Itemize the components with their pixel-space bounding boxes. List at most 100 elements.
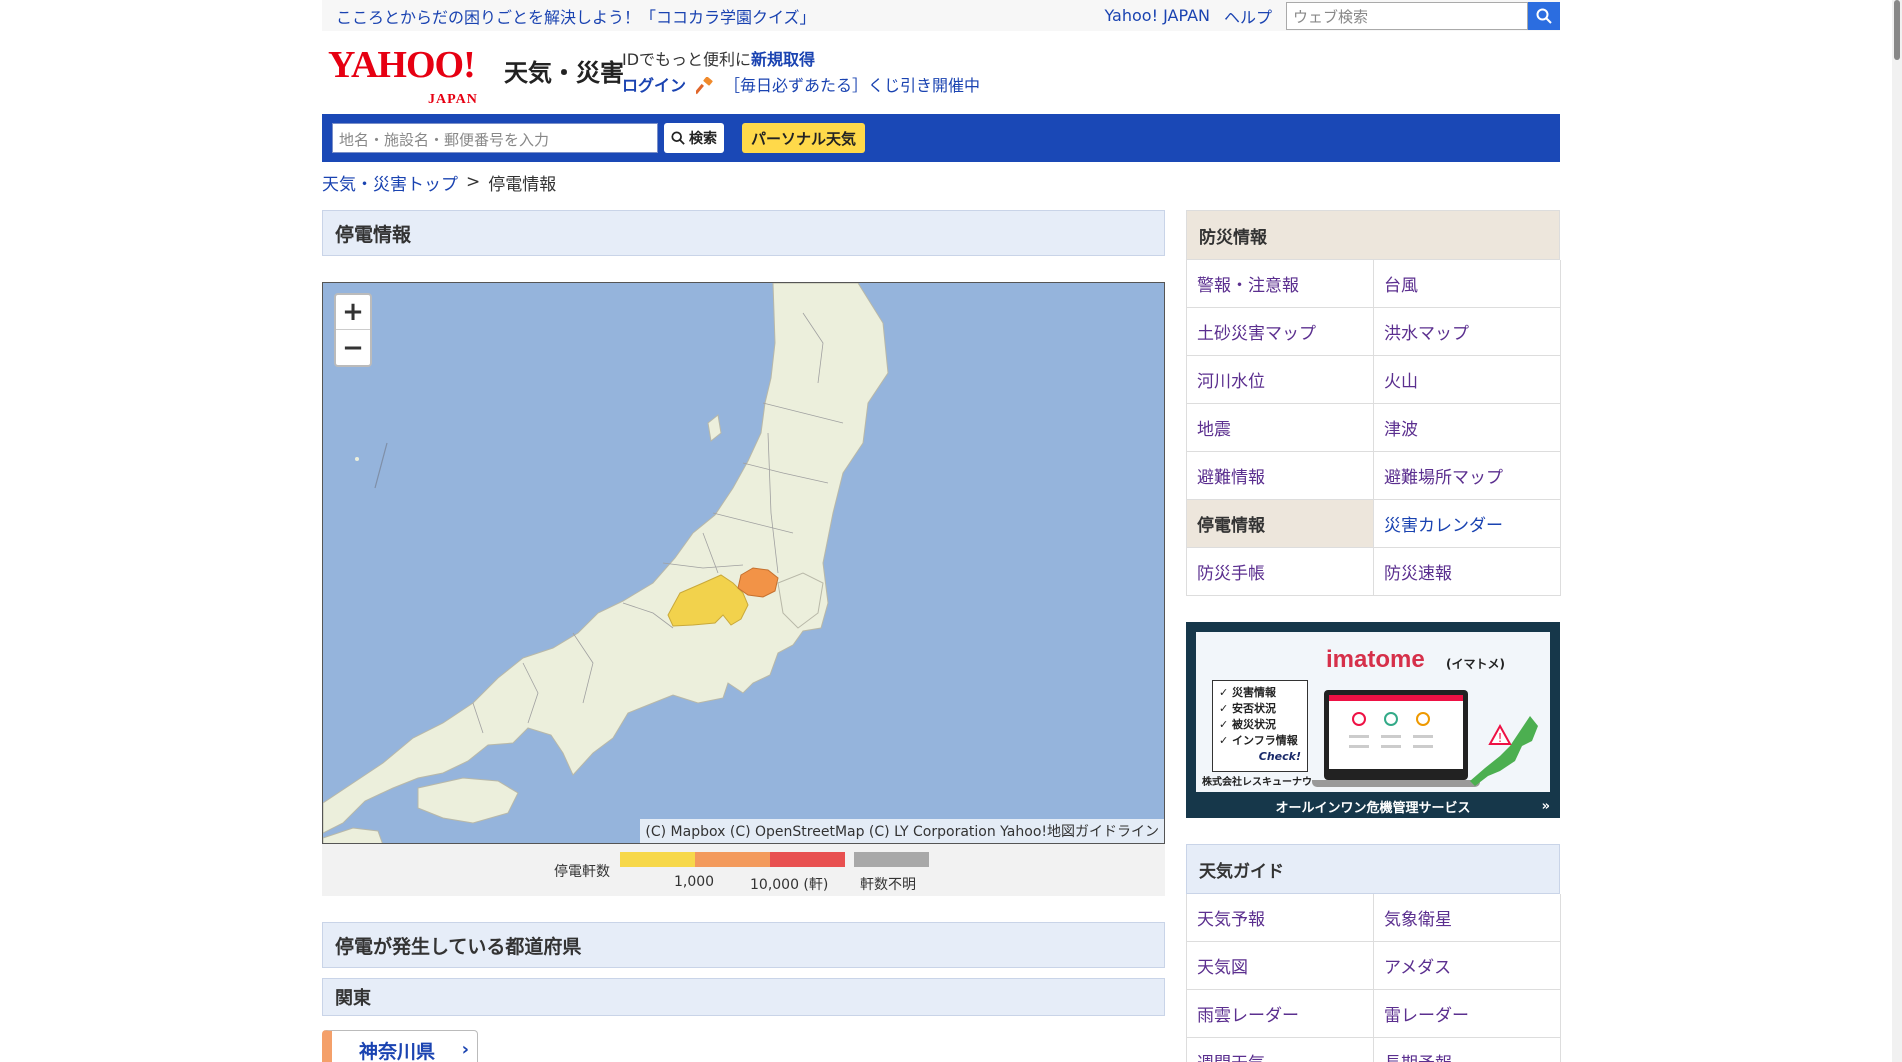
login-link[interactable]: ログイン [622,73,686,99]
sidebar-item[interactable]: 天気図 [1187,942,1374,990]
web-search-input[interactable]: ウェブ検索 [1286,1,1528,30]
sidebar-item[interactable]: 洪水マップ [1374,308,1561,356]
sidebar-item[interactable]: 河川水位 [1187,356,1374,404]
sidebar-item[interactable]: 週間天気 [1187,1038,1374,1062]
search-button-label: 検索 [689,131,717,147]
service-name[interactable]: 天気・災害 [504,53,624,88]
sidebar-item[interactable]: 防災手帳 [1187,548,1374,596]
web-search-button[interactable] [1528,1,1560,30]
sidebar-item-label: 避難情報 [1197,468,1265,488]
sidebar-item-label: 長期予報 [1384,1049,1452,1062]
sidebar-item-label: 土砂災害マップ [1197,324,1316,344]
web-search: ウェブ検索 [1286,1,1560,30]
imatome-banner[interactable]: imatome (イマトメ) ✓ 災害情報 ✓ 安否状況 ✓ 被災状況 ✓ イン… [1186,622,1560,818]
id-text: IDでもっと便利に [622,50,752,69]
sidebar-item-label: 警報・注意報 [1197,276,1299,296]
zoom-out-button[interactable]: − [336,330,370,365]
legend-swatch-low [620,852,695,867]
sidebar-item[interactable]: 土砂災害マップ [1187,308,1374,356]
sidebar-item-label: 台風 [1384,276,1418,296]
sidebar-item-label: 河川水位 [1197,372,1265,392]
sidebar-item[interactable]: 地震 [1187,404,1374,452]
top-links: Yahoo! JAPAN ヘルプ ウェブ検索 [1104,1,1560,30]
promo-link[interactable]: こころとからだの困りごとを解決しよう！「ココカラ学園クイズ」 [336,4,816,28]
page-title: 停電情報 [322,210,1165,256]
content: こころとからだの困りごとを解決しよう！「ココカラ学園クイズ」 Yahoo! JA… [322,0,1561,1062]
breadcrumb: 天気・災害トップ > 停電情報 [322,162,1560,202]
sidebar-item[interactable]: 避難場所マップ [1374,452,1561,500]
legend-unknown-label: 軒数不明 [860,877,916,893]
region-kanto-heading: 関東 [322,978,1165,1016]
top-bar: こころとからだの困りごとを解決しよう！「ココカラ学園クイズ」 Yahoo! JA… [322,0,1560,31]
sidebar-item[interactable]: 雷レーダー [1374,990,1561,1038]
help-link[interactable]: ヘルプ [1224,4,1272,28]
sidebar-item[interactable]: 天気予報 [1187,894,1374,942]
sidebar-item[interactable]: 避難情報 [1187,452,1374,500]
sidebar-item-label: 災害カレンダー [1384,516,1503,536]
logo-japan: JAPAN [428,92,478,107]
sidebar-item-label: 週間天気 [1197,1049,1265,1062]
map-legend: 停電軒数 1,000 10,000 (軒) 軒数不明 [322,844,1165,896]
sidebar-item-label: 雷レーダー [1384,1006,1469,1026]
place-search-input[interactable]: 地名・施設名・郵便番号を入力 [332,123,658,153]
legend-swatch-mid [695,852,770,867]
zoom-in-button[interactable]: + [336,295,370,330]
outage-map[interactable]: + − (C) Mapbox (C) OpenStreetMap (C) LY … [322,282,1165,844]
sidebar-item[interactable]: 警報・注意報 [1187,260,1374,308]
legend-title: 停電軒数 [554,864,610,880]
sidebar-item-label: アメダス [1384,958,1452,978]
sidebar-item[interactable]: アメダス [1374,942,1561,990]
search-button[interactable]: 検索 [664,123,724,153]
breadcrumb-separator: > [466,172,481,192]
sidebar: 防災情報 警報・注意報 台風 土砂災害マップ 洪水マップ 河川水位 火山 地震 … [1186,210,1561,1062]
sidebar-item[interactable]: 災害カレンダー [1374,500,1561,548]
breadcrumb-top-link[interactable]: 天気・災害トップ [322,170,458,195]
search-icon [1536,8,1552,24]
weather-grid: 天気予報 気象衛星 天気図 アメダス 雨雲レーダー 雷レーダー 週間天気 長期予… [1186,894,1561,1062]
japan-map-icon: ! [1470,716,1538,786]
page-scrollbar[interactable] [1892,0,1902,1062]
bousai-grid: 警報・注意報 台風 土砂災害マップ 洪水マップ 河川水位 火山 地震 津波 避難… [1186,260,1561,596]
prefecture-kanagawa-button[interactable]: 神奈川県 › [322,1030,478,1062]
personal-weather-button[interactable]: パーソナル天気 [742,123,866,153]
zoom-control: + − [334,293,372,367]
scrollbar-thumb[interactable] [1894,0,1900,60]
sidebar-item-label: 防災速報 [1384,564,1452,584]
sidebar-item-label: 天気図 [1197,958,1248,978]
banner-checklist: ✓ 災害情報 ✓ 安否状況 ✓ 被災状況 ✓ インフラ情報 Check! [1212,680,1308,772]
laptop-illustration [1312,690,1480,787]
hammer-icon [696,77,713,95]
sidebar-item-label: 停電情報 [1197,516,1265,536]
banner-panel: imatome (イマトメ) ✓ 災害情報 ✓ 安否状況 ✓ 被災状況 ✓ イン… [1196,632,1550,792]
banner-brand: imatome [1326,646,1425,673]
map-attribution[interactable]: (C) Mapbox (C) OpenStreetMap (C) LY Corp… [640,819,1164,843]
sidebar-item-label: 津波 [1384,420,1418,440]
signup-link[interactable]: 新規取得 [751,50,815,69]
sidebar-item[interactable]: 雨雲レーダー [1187,990,1374,1038]
sidebar-item[interactable]: 気象衛星 [1374,894,1561,942]
sidebar-item-label: 雨雲レーダー [1197,1006,1299,1026]
checklist-check: Check! [1258,750,1301,763]
sidebar-item[interactable]: 長期予報 [1374,1038,1561,1062]
weather-guide-heading: 天気ガイド [1186,844,1560,894]
sidebar-item[interactable]: 防災速報 [1374,548,1561,596]
yahoo-logo[interactable]: YAHOO! JAPAN [328,45,477,107]
banner-company: 株式会社レスキューナウ [1202,777,1312,788]
sidebar-item[interactable]: 火山 [1374,356,1561,404]
prefecture-label: 神奈川県 [359,1040,436,1062]
bousai-heading: 防災情報 [1186,210,1560,260]
legend-tick-10000: 10,000 (軒) [750,877,829,893]
sidebar-item[interactable]: 津波 [1374,404,1561,452]
banner-footer-text: オールインワン危機管理サービス [1275,800,1471,816]
map-canvas [323,283,1164,843]
legend-tick-1000: 1,000 [674,874,715,890]
sidebar-item-label: 火山 [1384,372,1418,392]
yahoo-japan-link[interactable]: Yahoo! JAPAN [1104,6,1210,25]
lottery-link[interactable]: ［毎日必ずあたる］くじ引き開催中 [724,73,980,99]
double-chevron-icon: » [1541,798,1550,814]
sidebar-item[interactable]: 台風 [1374,260,1561,308]
search-bar: 地名・施設名・郵便番号を入力 検索 パーソナル天気 [322,114,1560,162]
sidebar-item[interactable]: 停電情報 [1187,500,1374,548]
sidebar-item-label: 地震 [1197,420,1231,440]
chevron-right-icon: › [461,1039,469,1060]
